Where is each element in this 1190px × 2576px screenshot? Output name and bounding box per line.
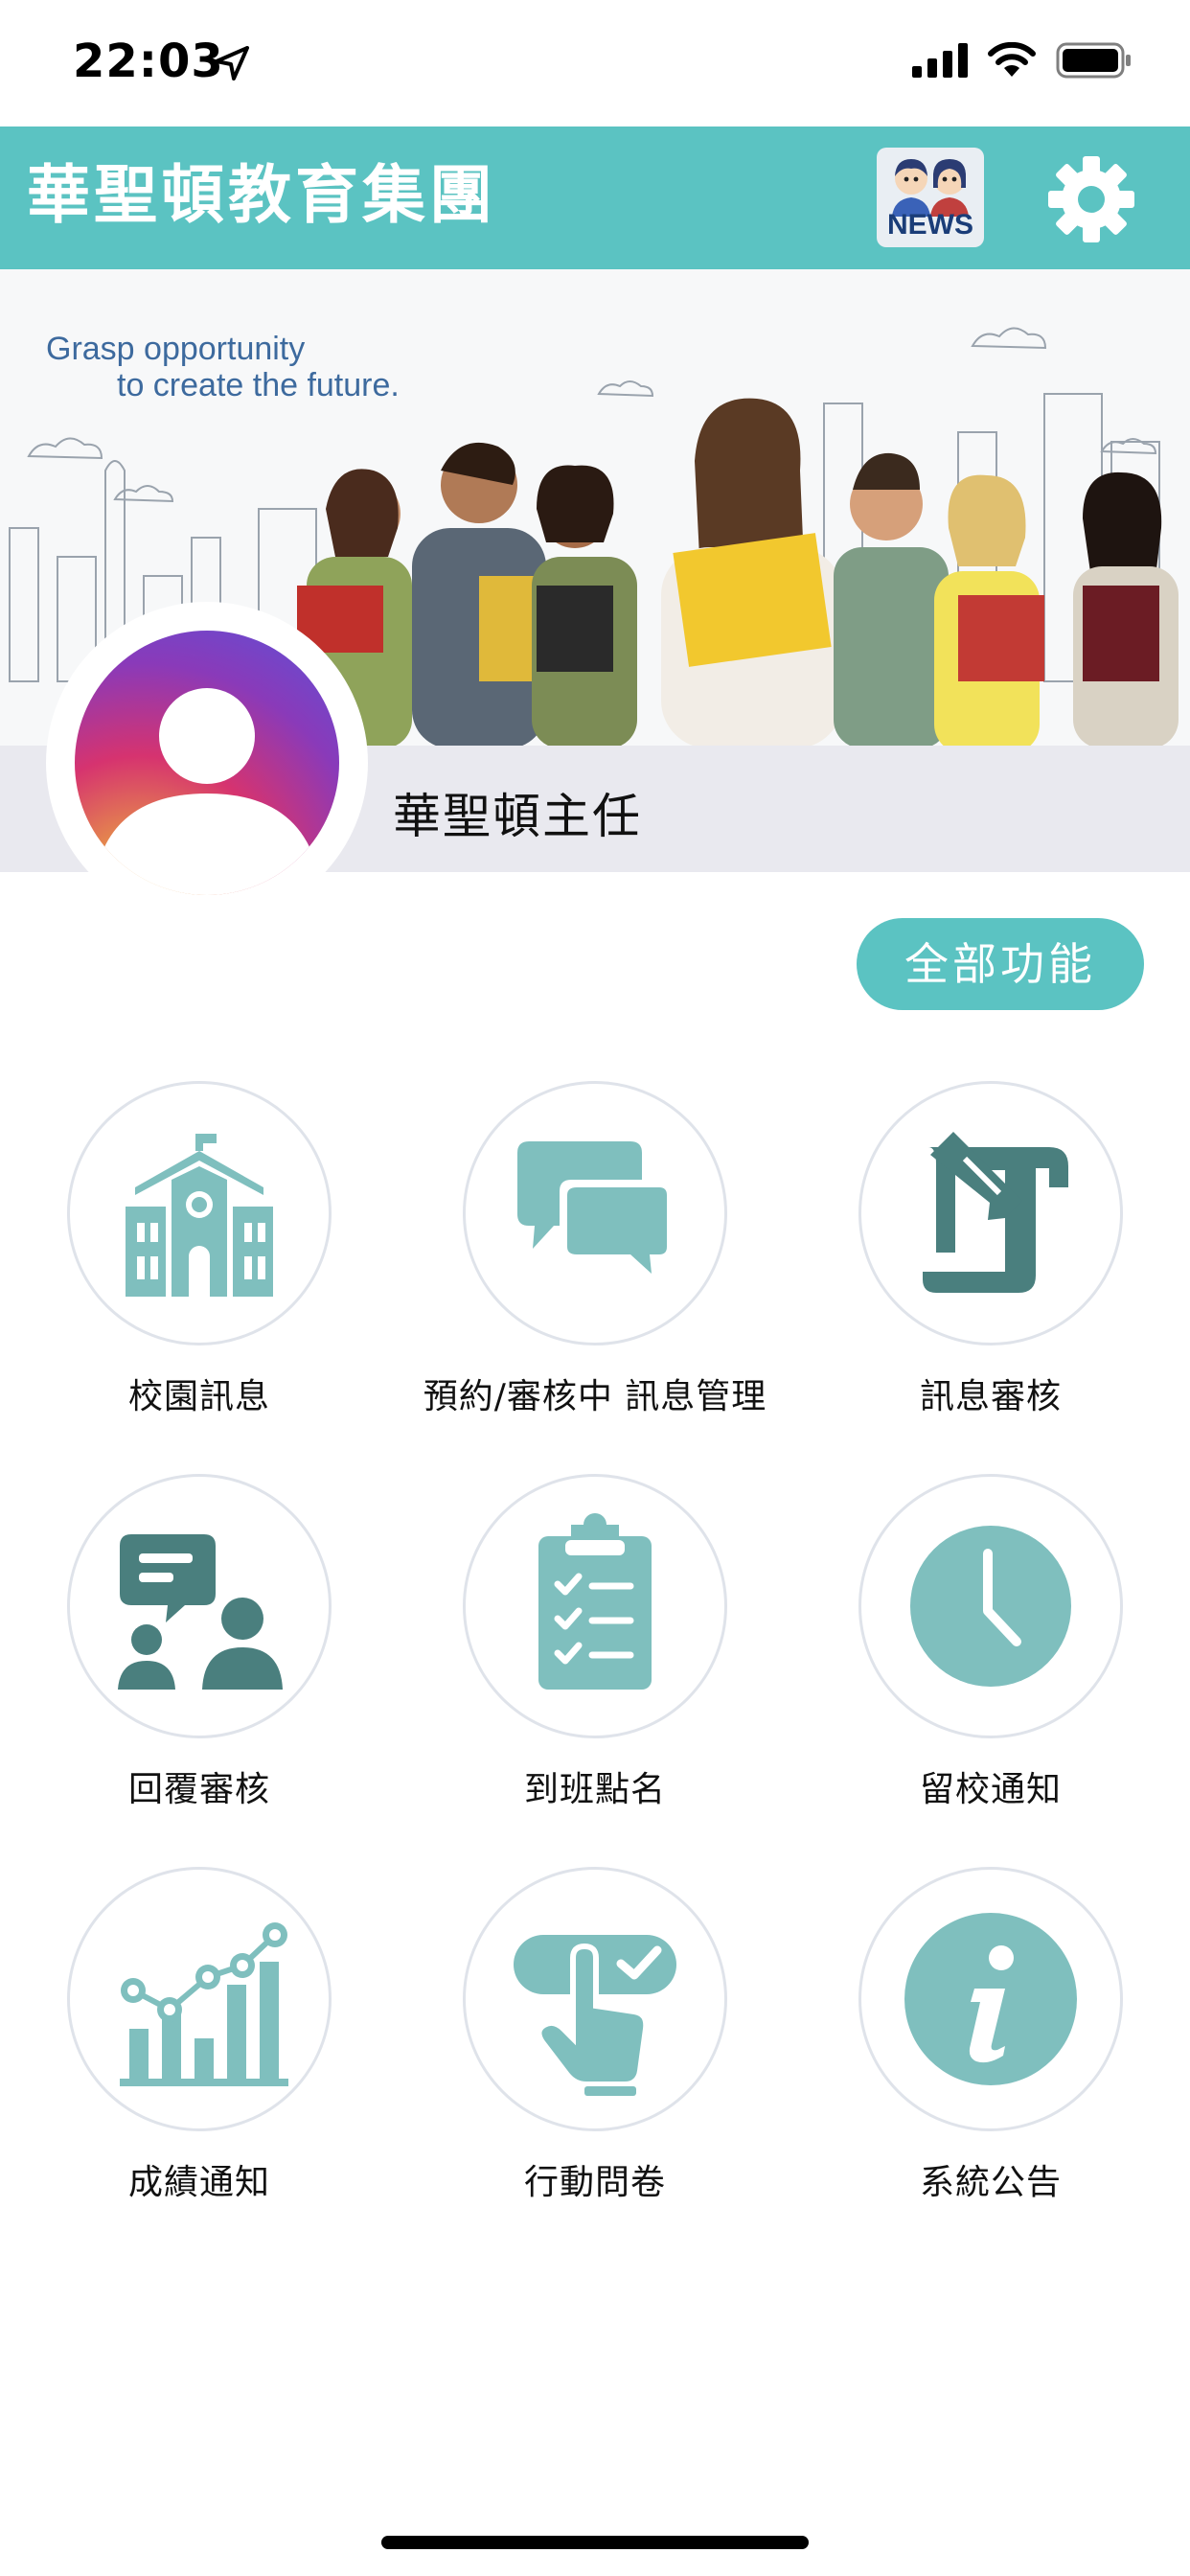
feature-message-management[interactable]: 預約/審核中 訊息管理 — [396, 1081, 794, 1416]
feature-mobile-survey[interactable]: 行動問卷 — [396, 1867, 794, 2202]
location-arrow-icon — [215, 46, 249, 80]
banner-tagline-line1: Grasp opportunity — [46, 331, 305, 367]
feature-campus-news[interactable]: 校園訊息 — [0, 1081, 399, 1416]
home-indicator[interactable] — [381, 2536, 809, 2549]
feature-icon-circle — [463, 1474, 727, 1738]
feature-class-roll-call[interactable]: 到班點名 — [396, 1474, 794, 1809]
chat-bubbles-icon — [517, 1141, 673, 1283]
reply-review-icon — [118, 1534, 283, 1690]
app-header: 華聖頓教育集團 NEWS — [0, 126, 1190, 269]
wifi-icon — [988, 42, 1036, 77]
news-button[interactable]: NEWS — [877, 148, 984, 247]
feature-label: 回覆審核 — [127, 1770, 270, 1809]
touch-check-icon — [514, 1935, 676, 2096]
feature-icon-circle — [67, 1081, 332, 1346]
school-icon — [126, 1134, 273, 1297]
clock-icon — [910, 1526, 1071, 1687]
user-avatar-icon — [92, 688, 322, 895]
feature-label: 留校通知 — [919, 1770, 1062, 1809]
feature-grade-notice[interactable]: 成績通知 — [0, 1867, 399, 2202]
kids-news-icon — [892, 159, 969, 217]
feature-reply-review[interactable]: 回覆審核 — [0, 1474, 399, 1809]
feature-label: 校園訊息 — [127, 1377, 270, 1416]
feature-icon-circle — [67, 1867, 332, 2131]
battery-icon — [1056, 42, 1131, 79]
status-indicators — [912, 42, 1133, 79]
feature-label: 系統公告 — [919, 2163, 1062, 2202]
feature-icon-circle — [858, 1081, 1123, 1346]
status-bar: 22:03 — [0, 0, 1190, 126]
feature-icon-circle — [463, 1081, 727, 1346]
cellular-signal-icon — [912, 43, 968, 78]
feature-label: 訊息審核 — [919, 1377, 1062, 1416]
news-label: NEWS — [887, 209, 973, 241]
feature-label: 預約/審核中 訊息管理 — [423, 1377, 767, 1416]
avatar[interactable] — [75, 631, 339, 895]
feature-system-announcement[interactable]: 系統公告 — [791, 1867, 1190, 2202]
all-functions-button[interactable]: 全部功能 — [857, 918, 1144, 1010]
feature-message-review[interactable]: 訊息審核 — [791, 1081, 1190, 1416]
feature-icon-circle — [858, 1474, 1123, 1738]
chart-icon — [120, 1922, 288, 2086]
clipboard-checklist-icon — [538, 1513, 652, 1690]
feature-icon-circle — [463, 1867, 727, 2131]
feature-icon-circle — [858, 1867, 1123, 2131]
feature-label: 行動問卷 — [523, 2163, 666, 2202]
status-time: 22:03 — [73, 34, 224, 88]
feature-icon-circle — [67, 1474, 332, 1738]
feature-label: 到班點名 — [523, 1770, 666, 1809]
feature-after-school-notice[interactable]: 留校通知 — [791, 1474, 1190, 1809]
feature-label: 成績通知 — [127, 2163, 270, 2202]
profile-name: 華聖頓主任 — [393, 789, 642, 844]
info-icon — [904, 1913, 1077, 2085]
app-title: 華聖頓教育集團 — [27, 158, 496, 232]
settings-gear-icon[interactable] — [1047, 155, 1135, 243]
banner-tagline-line2: to create the future. — [117, 367, 400, 403]
edit-document-icon — [923, 1132, 1068, 1293]
